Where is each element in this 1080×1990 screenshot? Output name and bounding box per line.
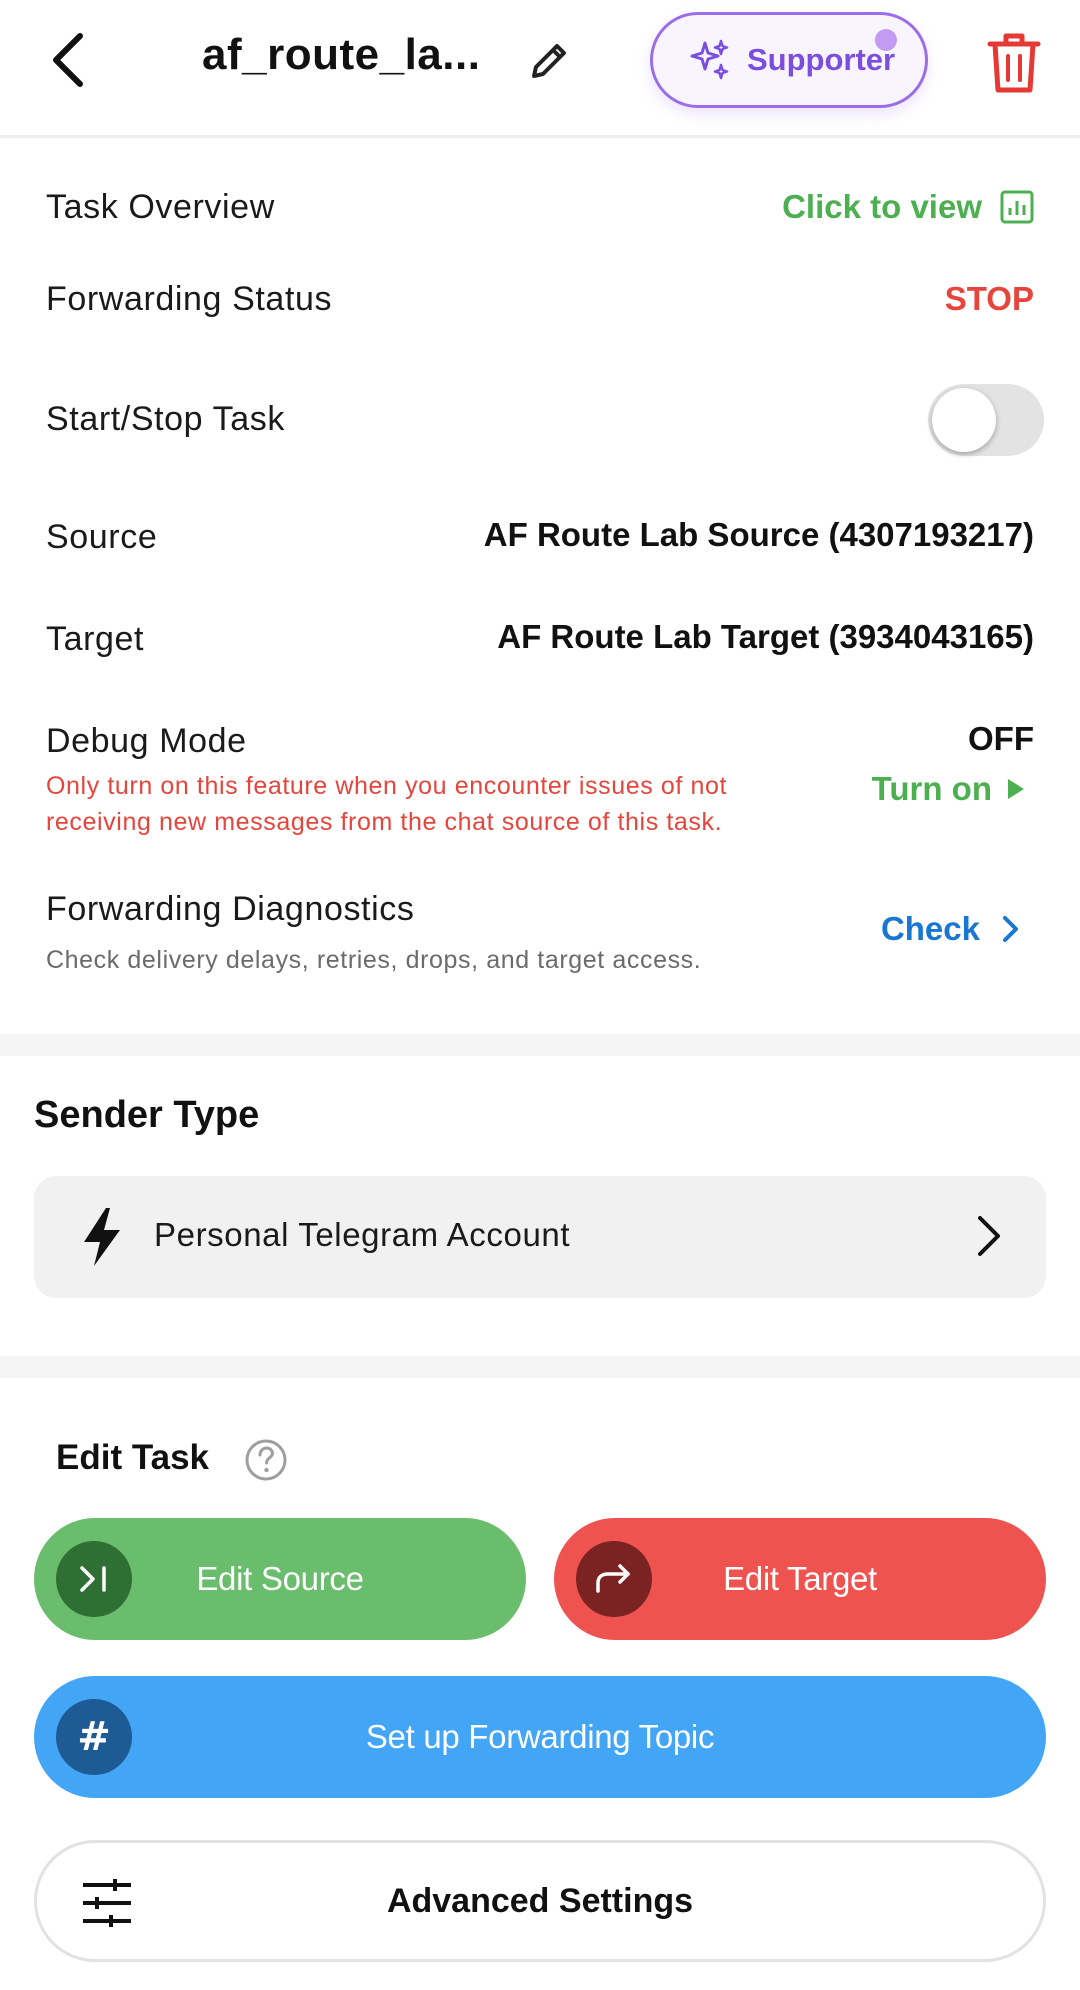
section-divider [0,1034,1080,1056]
edit-source-button[interactable]: Edit Source [34,1518,526,1640]
diagnostics-label: Forwarding Diagnostics [46,890,415,928]
debug-mode-label: Debug Mode [46,722,247,760]
task-title[interactable]: af_route_la... [202,30,480,80]
diagnostics-hint: Check delivery delays, retries, drops, a… [46,946,702,974]
forwarding-topic-label: Set up Forwarding Topic [365,1718,715,1755]
edit-source-label: Edit Source [196,1560,364,1597]
supporter-button[interactable]: Supporter [650,12,928,108]
chevron-right-icon [1003,916,1018,942]
forwarding-topic-button[interactable]: # Set up Forwarding Topic [34,1676,1046,1798]
edit-target-label: Edit Target [723,1560,877,1597]
play-icon [1008,779,1024,799]
forwarding-status-label: Forwarding Status [46,280,333,318]
source-value: AF Route Lab Source (4307193217) [483,516,1034,553]
pencil-icon [532,44,566,78]
edit-task-title: Edit Task [56,1438,210,1477]
toggle-knob [932,388,996,452]
advanced-settings-label: Advanced Settings [386,1881,694,1920]
debug-mode-value: OFF [968,720,1034,757]
task-overview-link[interactable]: Click to view [782,188,1034,226]
edit-target-button[interactable]: Edit Target [554,1518,1046,1640]
start-stop-toggle[interactable] [928,384,1044,456]
share-arrow-icon [576,1541,652,1617]
help-button[interactable] [244,1438,288,1482]
source-label: Source [46,518,158,556]
sliders-icon [83,1879,131,1927]
target-label: Target [46,620,145,658]
debug-turn-on-button[interactable]: Turn on [872,770,1026,808]
sparkles-icon [690,39,729,80]
diagnostics-check-button[interactable]: Check [881,910,1020,948]
chart-icon [1000,190,1034,224]
forwarding-status-value: STOP [944,280,1034,317]
advanced-settings-button[interactable]: Advanced Settings [34,1840,1046,1962]
diagnostics-action-label: Check [880,910,980,947]
target-value: AF Route Lab Target (3934043165) [497,618,1034,655]
trash-icon [987,33,1041,93]
back-button[interactable] [36,28,100,92]
bolt-icon [84,1208,120,1266]
debug-warning: Only turn on this feature when you encou… [46,772,728,836]
section-divider [0,1356,1080,1378]
task-overview-action: Click to view [782,188,982,225]
hash-icon: # [56,1699,132,1775]
notification-dot [875,29,897,51]
sender-type-value: Personal Telegram Account [154,1216,571,1253]
chevron-right-icon [978,1216,1000,1256]
delete-button[interactable] [984,30,1044,96]
sender-type-title: Sender Type [34,1094,260,1136]
sender-type-selector[interactable]: Personal Telegram Account [34,1176,1046,1298]
supporter-label: Supporter [747,42,896,77]
task-overview-label: Task Overview [46,188,275,226]
skip-to-end-icon [56,1541,132,1617]
rename-button[interactable] [524,36,574,86]
start-stop-label: Start/Stop Task [46,400,285,438]
debug-action-label: Turn on [871,770,992,807]
help-icon [245,1439,287,1481]
back-arrow-icon [53,33,83,87]
app-header: af_route_la... Supporter [0,0,1080,138]
